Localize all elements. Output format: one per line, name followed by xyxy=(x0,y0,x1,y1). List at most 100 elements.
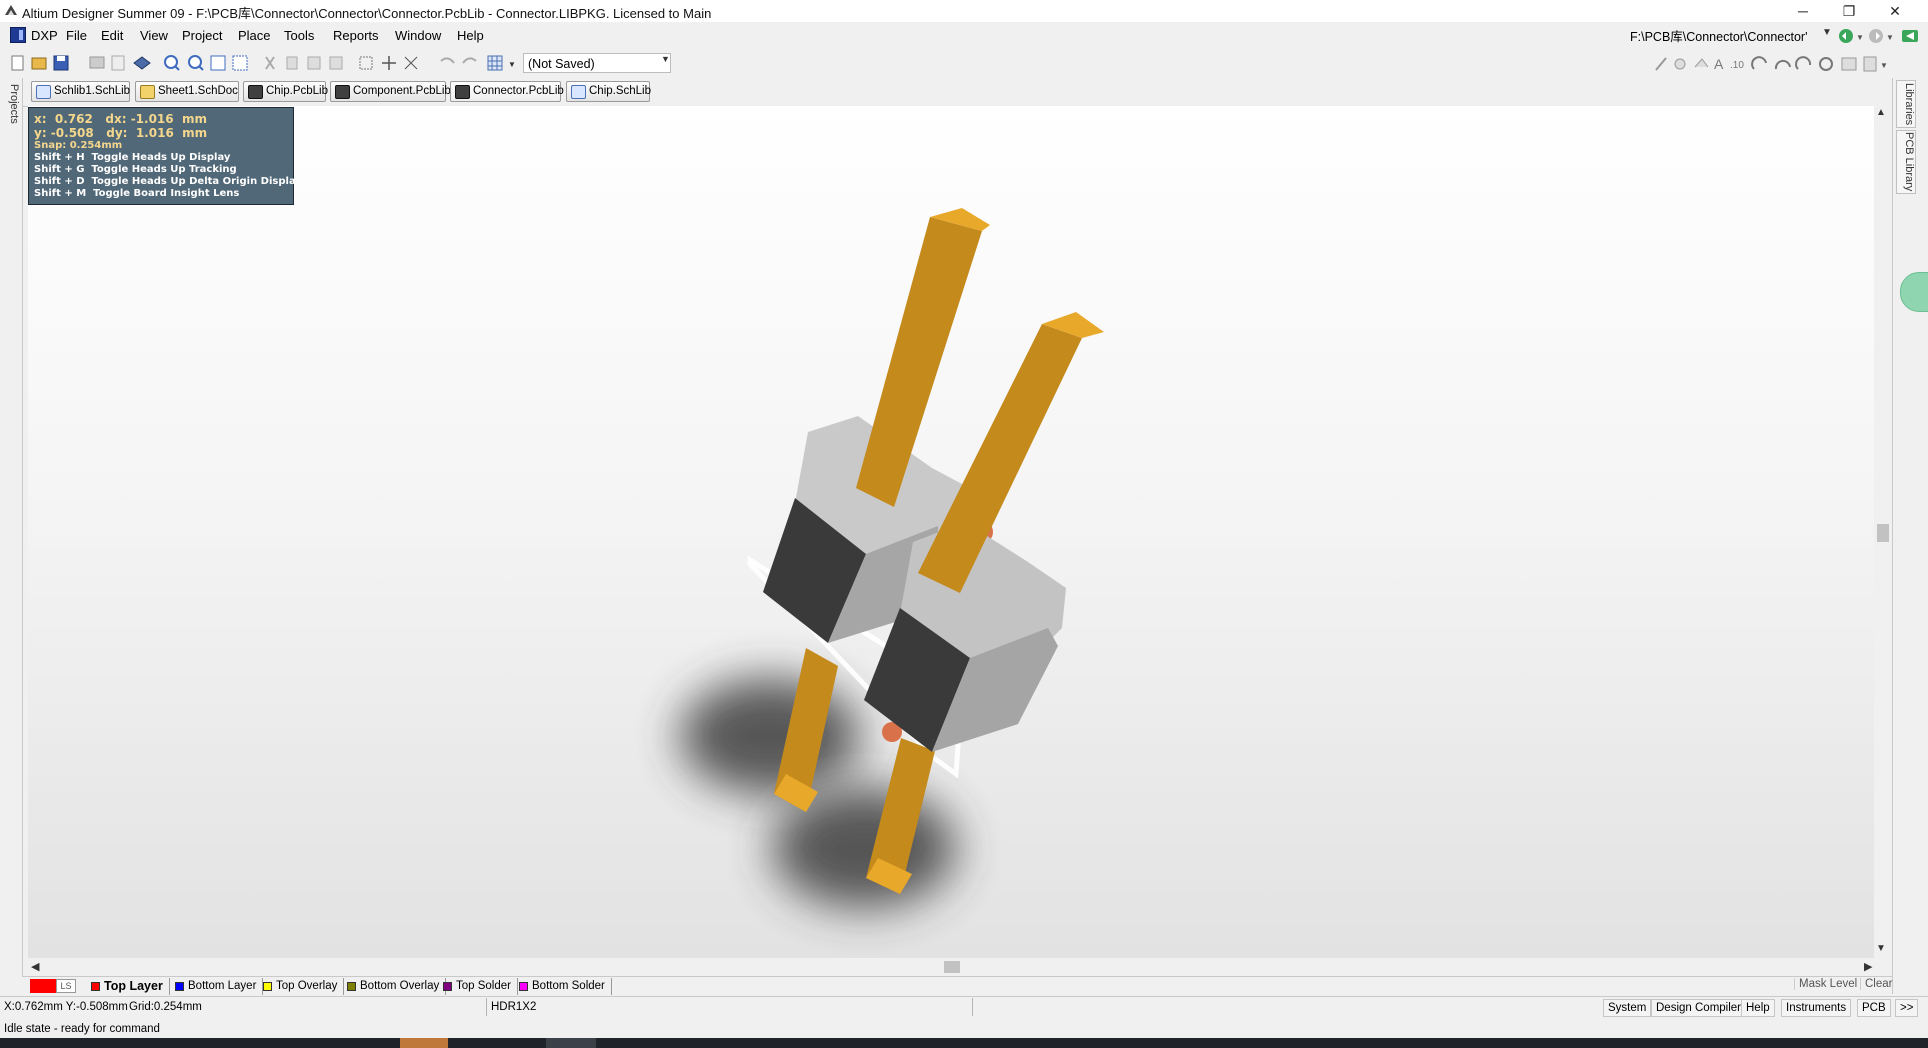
pcb-library-panel-tab[interactable]: PCB Library xyxy=(1896,130,1916,194)
libraries-panel-tab[interactable]: Libraries xyxy=(1896,80,1916,128)
menu-place[interactable]: Place xyxy=(238,28,271,43)
status-divider xyxy=(486,998,487,1016)
menu-window[interactable]: Window xyxy=(395,28,441,43)
scroll-right-icon[interactable]: ▶ xyxy=(1864,960,1872,973)
pcb-3d-viewport[interactable] xyxy=(28,106,1874,958)
title-bar: Altium Designer Summer 09 - F:\PCB库\Conn… xyxy=(0,0,1928,23)
tab-label: Connector.PcbLib xyxy=(473,85,564,97)
tab-schlib1[interactable]: Schlib1.SchLib xyxy=(31,81,130,102)
panel-button-help[interactable]: Help xyxy=(1741,999,1775,1017)
svg-text:▼: ▼ xyxy=(1880,61,1888,70)
pcblib-icon xyxy=(248,85,263,99)
layer-tab-bottom-overlay[interactable]: Bottom Overlay xyxy=(344,978,447,995)
hud-shortcut: Shift + H Toggle Heads Up Display xyxy=(34,152,231,163)
pcblib-icon xyxy=(335,85,350,99)
panel-button-pcb[interactable]: PCB xyxy=(1857,999,1891,1017)
cursor-coordinates: X:0.762mm Y:-0.508mm xyxy=(4,1001,128,1013)
floating-widget-icon[interactable] xyxy=(1900,272,1928,312)
layer-color-swatch xyxy=(175,982,184,991)
tab-label: Chip.PcbLib xyxy=(266,85,329,97)
layer-tab-label: Bottom Layer xyxy=(188,980,257,992)
layer-color-swatch xyxy=(519,982,528,991)
menu-file[interactable]: File xyxy=(66,28,87,43)
mask-level-button[interactable]: Mask Level xyxy=(1794,978,1857,990)
standard-toolbar-icons[interactable]: ▼ xyxy=(8,53,528,75)
hud-x-coordinate: x: 0.762 dx: -1.016 mm xyxy=(34,112,207,126)
view-configuration-select[interactable]: (Not Saved) xyxy=(523,53,671,73)
tab-connector-pcblib[interactable]: Connector.PcbLib xyxy=(450,81,564,102)
layer-tab-bottom-solder[interactable]: Bottom Solder xyxy=(516,978,612,995)
layer-tab-top-overlay[interactable]: Top Overlay xyxy=(260,978,345,995)
layer-tab-top-solder[interactable]: Top Solder xyxy=(440,978,518,995)
dxp-icon[interactable] xyxy=(10,27,26,43)
tab-sheet1[interactable]: Sheet1.SchDoc xyxy=(135,81,239,102)
horizontal-scroll-thumb[interactable] xyxy=(944,961,960,973)
menu-reports[interactable]: Reports xyxy=(333,28,379,43)
current-component: HDR1X2 xyxy=(491,1001,537,1013)
connector-3d-model xyxy=(680,208,1104,908)
window-title: Altium Designer Summer 09 - F:\PCB库\Conn… xyxy=(22,6,712,21)
view-config-dropdown-icon[interactable]: ▼ xyxy=(661,54,670,64)
layer-tab-bottom-layer[interactable]: Bottom Layer xyxy=(172,978,264,995)
layer-color-swatch xyxy=(443,982,452,991)
tab-chip-schlib[interactable]: Chip.SchLib xyxy=(566,81,651,102)
panel-button-design-compiler[interactable]: Design Compiler xyxy=(1651,999,1747,1017)
navigation-icons[interactable]: ▼ ▼ xyxy=(1836,26,1924,46)
right-panel-strip xyxy=(1892,78,1928,994)
minimize-button[interactable]: ─ xyxy=(1780,0,1826,22)
shadow-1 xyxy=(680,678,860,794)
layer-tab-label: Top Overlay xyxy=(276,980,338,992)
scroll-up-icon[interactable]: ▲ xyxy=(1876,107,1886,118)
taskbar-app-icon[interactable] xyxy=(546,1038,596,1048)
grid-size: Grid:0.254mm xyxy=(129,1001,202,1013)
vertical-scroll-thumb[interactable] xyxy=(1877,524,1889,542)
menu-project[interactable]: Project xyxy=(182,28,222,43)
schlib-icon xyxy=(571,85,586,99)
schdoc-icon xyxy=(140,85,155,99)
more-panels-button[interactable]: >> xyxy=(1895,999,1919,1017)
close-button[interactable]: ✕ xyxy=(1872,0,1918,22)
heads-up-display: x: 0.762 dx: -1.016 mm y: -0.508 dy: 1.0… xyxy=(28,107,302,205)
os-taskbar xyxy=(0,1038,1928,1048)
layer-color-swatch xyxy=(91,982,100,991)
tab-label: Component.PcbLib xyxy=(353,85,451,97)
tab-chip-pcblib[interactable]: Chip.PcbLib xyxy=(243,81,329,102)
panel-button-system[interactable]: System xyxy=(1603,999,1652,1017)
layer-set-button[interactable]: LS xyxy=(56,979,76,993)
current-layer-color-swatch[interactable] xyxy=(30,979,56,993)
layer-tab-label: Bottom Overlay xyxy=(360,980,440,992)
projects-panel-tab[interactable]: Projects xyxy=(2,84,20,144)
tab-label: Sheet1.SchDoc xyxy=(158,85,238,97)
menu-tools[interactable]: Tools xyxy=(284,28,314,43)
placement-toolbar-icons[interactable]: A .10 ▼ xyxy=(1650,53,1926,75)
taskbar-app-icon[interactable] xyxy=(400,1038,448,1048)
menu-help[interactable]: Help xyxy=(457,28,484,43)
hud-y-coordinate: y: -0.508 dy: 1.016 mm xyxy=(34,126,208,140)
panel-button-instruments[interactable]: Instruments xyxy=(1781,999,1852,1017)
altium-app-icon xyxy=(5,5,17,15)
scroll-down-icon[interactable]: ▼ xyxy=(1876,943,1886,954)
clear-button[interactable]: Clear xyxy=(1860,978,1892,990)
layer-tab-label: Bottom Solder xyxy=(532,980,605,992)
path-dropdown-icon[interactable]: ▼ xyxy=(1822,27,1832,38)
restore-button[interactable]: ❐ xyxy=(1826,0,1872,22)
hud-shortcut: Shift + D Toggle Heads Up Delta Origin D… xyxy=(34,176,302,187)
status-divider xyxy=(972,998,973,1016)
svg-text:▼: ▼ xyxy=(1856,33,1864,42)
menu-dxp[interactable]: DXP xyxy=(31,28,58,43)
tab-component-pcblib[interactable]: Component.PcbLib xyxy=(330,81,451,102)
svg-text:.10: .10 xyxy=(1730,60,1744,71)
hud-shortcut: Shift + M Toggle Board Insight Lens xyxy=(34,188,240,199)
svg-text:▼: ▼ xyxy=(1886,33,1894,42)
layer-tab-label: Top Solder xyxy=(456,980,511,992)
svg-text:A: A xyxy=(1714,56,1724,72)
pcblib-icon xyxy=(455,85,470,99)
layer-tab-top-layer[interactable]: Top Layer xyxy=(88,978,170,995)
hud-snap: Snap: 0.254mm xyxy=(34,140,123,151)
left-panel-strip xyxy=(0,78,23,994)
menu-view[interactable]: View xyxy=(140,28,168,43)
schlib-icon xyxy=(36,85,51,99)
scroll-left-icon[interactable]: ◀ xyxy=(31,960,39,973)
document-path-box[interactable]: F:\PCB库\Connector\Connector' xyxy=(1630,26,1830,46)
menu-edit[interactable]: Edit xyxy=(101,28,123,43)
